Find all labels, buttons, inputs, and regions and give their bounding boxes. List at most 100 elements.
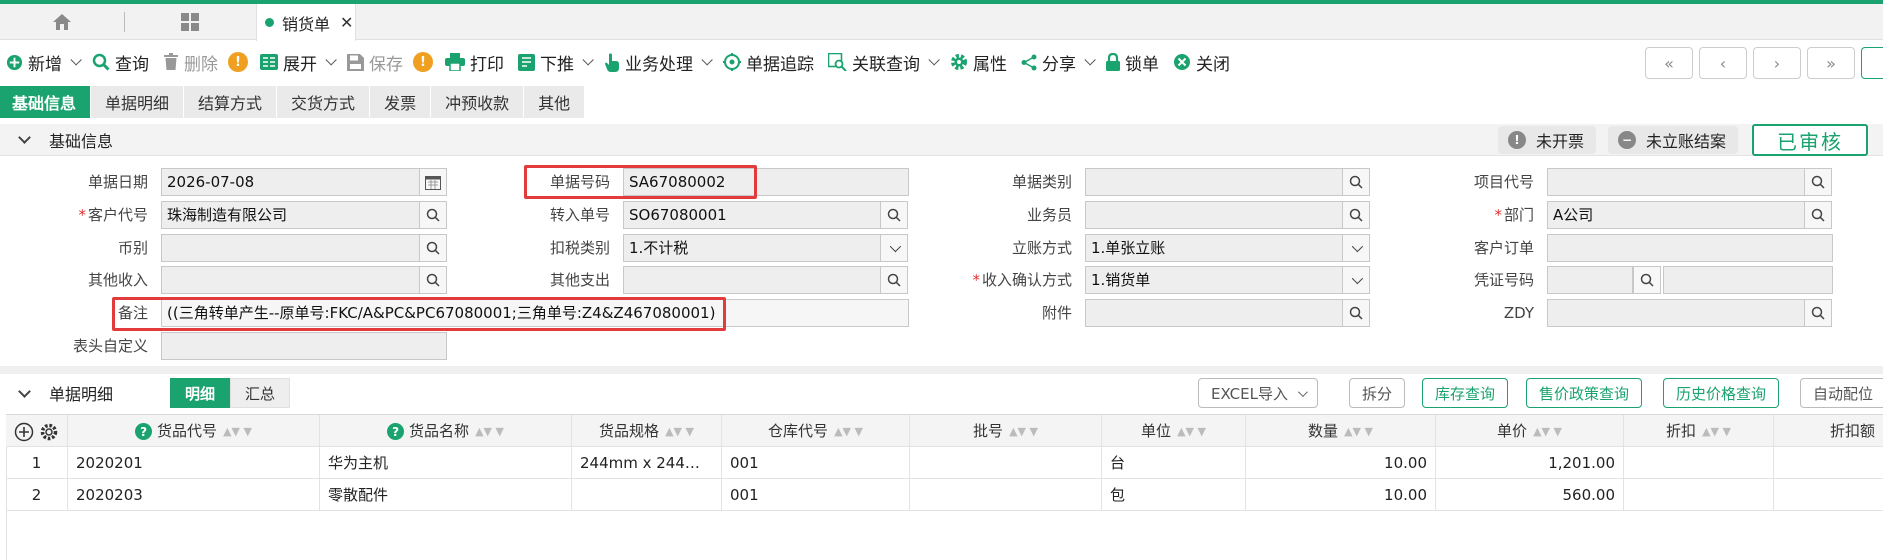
cell-batch[interactable] — [910, 479, 1102, 511]
cust-order-field[interactable] — [1547, 234, 1833, 262]
calendar-button[interactable] — [419, 168, 447, 196]
tab-basic-info[interactable]: 基础信息 — [0, 86, 92, 118]
expand-button[interactable]: 展开 — [254, 43, 341, 81]
cell-batch[interactable] — [910, 447, 1102, 479]
query-button[interactable]: 查询 — [86, 43, 157, 81]
cell-goods-spec[interactable]: 244mm x 244mm x 33mm — [572, 447, 722, 479]
other-expense-field[interactable] — [623, 266, 881, 294]
col-price[interactable]: 单价 ▲▼ ▼ — [1436, 415, 1624, 447]
voucher-lookup[interactable] — [1633, 266, 1661, 294]
salesman-lookup[interactable] — [1342, 201, 1370, 229]
share-button[interactable]: 分享 — [1015, 43, 1100, 81]
doc-type-lookup[interactable] — [1342, 168, 1370, 196]
excel-import-button[interactable]: EXCEL导入 — [1198, 378, 1318, 408]
cell-discount-amount[interactable] — [1774, 479, 1883, 511]
cell-goods-name[interactable]: 华为主机 — [320, 447, 572, 479]
tab-sales-order[interactable]: 销货单 ✕ — [256, 4, 356, 41]
next-record-button[interactable]: › — [1753, 47, 1801, 79]
cell-goods-code[interactable]: 2020203 — [68, 479, 320, 511]
stock-query-button[interactable]: 库存查询 — [1422, 378, 1509, 408]
transfer-no-lookup[interactable] — [880, 201, 908, 229]
price-policy-query-button[interactable]: 售价政策查询 — [1526, 378, 1643, 408]
cell-warehouse[interactable]: 001 — [722, 447, 910, 479]
cell-discount-amount[interactable] — [1774, 447, 1883, 479]
col-batch[interactable]: 批号 ▲▼ ▼ — [910, 415, 1102, 447]
auto-allocate-button[interactable]: 自动配位 — [1800, 378, 1883, 408]
attachment-field[interactable] — [1085, 299, 1343, 327]
header-custom-field[interactable] — [161, 332, 447, 360]
gear-icon[interactable] — [39, 422, 59, 442]
cell-price[interactable]: 1,201.00 — [1436, 447, 1624, 479]
tax-type-dropdown[interactable] — [880, 234, 908, 262]
last-record-button[interactable]: » — [1807, 47, 1855, 79]
other-income-field[interactable] — [161, 266, 421, 294]
more-nav-button[interactable] — [1861, 47, 1883, 79]
tab-summary[interactable]: 汇总 — [230, 378, 291, 408]
doc-type-field[interactable] — [1085, 168, 1343, 196]
currency-lookup[interactable] — [419, 234, 447, 262]
cell-unit[interactable]: 包 — [1102, 479, 1246, 511]
delete-button[interactable]: 删除 — [157, 43, 226, 81]
cell-qty[interactable]: 10.00 — [1246, 447, 1436, 479]
prev-record-button[interactable]: ‹ — [1699, 47, 1747, 79]
salesman-field[interactable] — [1085, 201, 1343, 229]
col-goods-name[interactable]: ? 货品名称 ▲▼ ▼ — [320, 415, 572, 447]
cell-warehouse[interactable]: 001 — [722, 479, 910, 511]
other-expense-lookup[interactable] — [880, 266, 908, 294]
project-lookup[interactable] — [1804, 168, 1832, 196]
properties-button[interactable]: 属性 — [944, 43, 1015, 81]
tab-delivery[interactable]: 交货方式 — [277, 86, 371, 118]
attachment-lookup[interactable] — [1342, 299, 1370, 327]
table-row[interactable]: 2 2020203 零散配件 001 包 10.00 560.00 — [6, 479, 1883, 511]
split-button[interactable]: 拆分 — [1349, 378, 1406, 408]
project-field[interactable] — [1547, 168, 1805, 196]
col-warehouse[interactable]: 仓库代号 ▲▼ ▼ — [722, 415, 910, 447]
cell-discount[interactable] — [1624, 479, 1774, 511]
cell-discount[interactable] — [1624, 447, 1774, 479]
transfer-no-field[interactable]: SO67080001 — [623, 201, 881, 229]
col-goods-code[interactable]: ? 货品代号 ▲▼ ▼ — [68, 415, 320, 447]
save-button[interactable]: 保存 — [341, 43, 411, 81]
close-button[interactable]: 关闭 — [1167, 43, 1238, 81]
push-down-button[interactable]: 下推 — [512, 43, 598, 81]
home-tab[interactable] — [0, 4, 124, 40]
related-query-button[interactable]: 关联查询 — [822, 43, 944, 81]
cell-goods-code[interactable]: 2020201 — [68, 447, 320, 479]
dept-field[interactable]: A公司 — [1547, 201, 1805, 229]
tab-other[interactable]: 其他 — [524, 86, 586, 118]
close-tab-icon[interactable]: ✕ — [340, 13, 353, 32]
dept-lookup[interactable] — [1804, 201, 1832, 229]
basic-info-header[interactable]: 基础信息 — [0, 124, 1883, 156]
cell-qty[interactable]: 10.00 — [1246, 479, 1436, 511]
cell-goods-name[interactable]: 零散配件 — [320, 479, 572, 511]
table-row[interactable]: 1 2020201 华为主机 244mm x 244mm x 33mm 001 … — [6, 447, 1883, 479]
col-unit[interactable]: 单位 ▲▼ ▼ — [1102, 415, 1246, 447]
customer-field[interactable]: 珠海制造有限公司 — [161, 201, 421, 229]
tab-settlement[interactable]: 结算方式 — [184, 86, 278, 118]
add-row-icon[interactable] — [14, 422, 34, 442]
business-process-button[interactable]: 业务处理 — [598, 43, 717, 81]
tab-prepayment[interactable]: 冲预收款 — [431, 86, 525, 118]
revenue-method-select[interactable]: 1.销货单 — [1085, 266, 1343, 294]
cell-price[interactable]: 560.00 — [1436, 479, 1624, 511]
cell-goods-spec[interactable] — [572, 479, 722, 511]
account-method-dropdown[interactable] — [1342, 234, 1370, 262]
tab-doc-detail[interactable]: 单据明细 — [91, 86, 185, 118]
doc-date-field[interactable]: 2026-07-08 — [161, 168, 421, 196]
voucher-no-field[interactable] — [1663, 266, 1833, 294]
print-button[interactable]: 打印 — [439, 43, 512, 81]
tab-detail[interactable]: 明细 — [170, 378, 231, 408]
revenue-method-dropdown[interactable] — [1342, 266, 1370, 294]
tax-type-select[interactable]: 1.不计税 — [623, 234, 881, 262]
price-history-query-button[interactable]: 历史价格查询 — [1663, 378, 1780, 408]
cell-unit[interactable]: 台 — [1102, 447, 1246, 479]
col-qty[interactable]: 数量 ▲▼ ▼ — [1246, 415, 1436, 447]
currency-field[interactable] — [161, 234, 421, 262]
customer-lookup[interactable] — [419, 201, 447, 229]
apps-tab[interactable] — [126, 4, 254, 40]
doc-trace-button[interactable]: 单据追踪 — [717, 43, 822, 81]
other-income-lookup[interactable] — [419, 266, 447, 294]
zdy-lookup[interactable] — [1804, 299, 1832, 327]
account-method-select[interactable]: 1.单张立账 — [1085, 234, 1343, 262]
voucher-prefix-field[interactable] — [1547, 266, 1633, 294]
